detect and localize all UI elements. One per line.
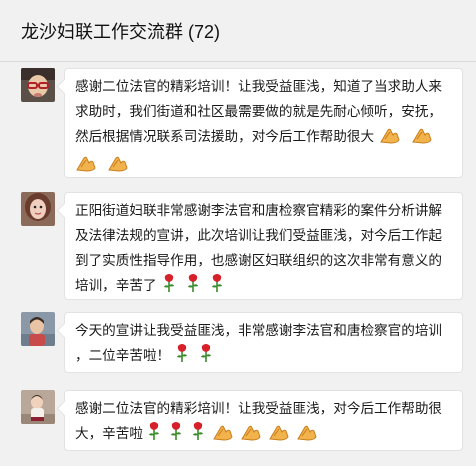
group-title: 龙沙妇联工作交流群 (72) (21, 22, 221, 42)
message-text: 感谢二位法官的精彩培训！让我受益匪浅，知道了当求助人来 (75, 79, 443, 94)
avatar[interactable] (21, 312, 55, 346)
avatar[interactable] (21, 192, 55, 226)
clapping-hands-icon (268, 423, 290, 449)
avatar[interactable] (21, 390, 55, 424)
clapping-hands-icon (75, 154, 97, 180)
rose-icon (169, 421, 183, 449)
message-bubble: 感谢二位法官的精彩培训！让我受益匪浅，对今后工作帮助很 大，辛苦啦 (64, 390, 463, 451)
clapping-hands-icon (212, 423, 234, 449)
message-text: 今天的宣讲让我受益匪浅，非常感谢李法官和唐检察官的培训 (75, 323, 443, 338)
avatar[interactable] (21, 68, 55, 102)
message-bubble: 今天的宣讲让我受益匪浅，非常感谢李法官和唐检察官的培训 ，二位辛苦啦！ (64, 312, 463, 373)
rose-icon (191, 421, 205, 449)
clapping-hands-icon (240, 423, 262, 449)
rose-icon (186, 273, 200, 301)
message-bubble: 正阳街道妇联非常感谢李法官和唐检察官精彩的案件分析讲解 及法律法规的宣讲，此次培… (64, 192, 463, 300)
clapping-hands-icon (379, 126, 401, 152)
message-text: 及法律法规的宣讲，此次培训让我们受益匪浅，对今后工作起 (75, 228, 443, 243)
message-text: 大，辛苦啦 (75, 426, 143, 441)
message-text: 培训，辛苦了 (75, 278, 157, 293)
message-text: ，二位辛苦啦！ (75, 348, 171, 363)
rose-icon (199, 343, 213, 371)
clapping-hands-icon (296, 423, 318, 449)
clapping-hands-icon (107, 154, 129, 180)
message-text: 求助时，我们街道和社区最需要做的就是先耐心倾听，安抚， (75, 104, 443, 119)
rose-icon (175, 343, 189, 371)
clapping-hands-icon (411, 126, 433, 152)
message-text: 到了实质性指导作用，也感谢区妇联组织的这次非常有意义的 (75, 253, 443, 268)
rose-icon (147, 421, 161, 449)
message-text: 正阳街道妇联非常感谢李法官和唐检察官精彩的案件分析讲解 (75, 203, 443, 218)
message-text: 感谢二位法官的精彩培训！让我受益匪浅，对今后工作帮助很 (75, 401, 443, 416)
message-bubble: 感谢二位法官的精彩培训！让我受益匪浅，知道了当求助人来 求助时，我们街道和社区最… (64, 68, 463, 178)
message-text: 然后根据情况联系司法援助，对今后工作帮助很大 (75, 129, 375, 144)
chat-header: 龙沙妇联工作交流群 (72) (0, 0, 476, 62)
rose-icon (210, 273, 224, 301)
rose-icon (162, 273, 176, 301)
